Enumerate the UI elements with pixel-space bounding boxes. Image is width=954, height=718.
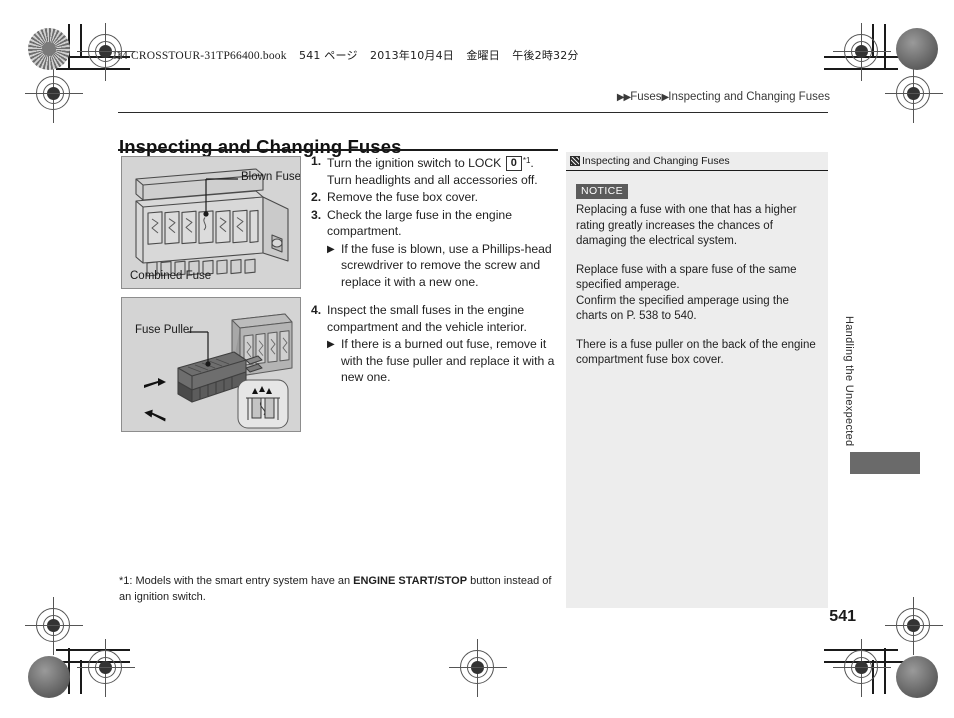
- step-4-substep: ▶ If there is a burned out fuse, remove …: [327, 336, 555, 386]
- registration-mark-bottom-left-upper: [25, 597, 83, 655]
- breadcrumb-level-2[interactable]: Inspecting and Changing Fuses: [668, 91, 830, 103]
- figure-callout-fuse-puller: Fuse Puller: [135, 324, 194, 336]
- color-bar-blob-bottom-right: [896, 656, 938, 698]
- step-3-substep: ▶ If the fuse is blown, use a Phillips-h…: [327, 241, 555, 291]
- crop-line-bottom-left-v2: [80, 660, 82, 694]
- step-3-number: 3.: [311, 207, 322, 222]
- notice-badge-row: NOTICE: [576, 181, 818, 203]
- step-2-text: Remove the fuse box cover.: [327, 190, 479, 204]
- book-header: 14 CROSSTOUR-31TP66400.book 541 ページ 2013…: [116, 47, 579, 63]
- crop-line-top-right-v: [884, 24, 886, 70]
- step-3-substep-text: If the fuse is blown, use a Phillips-hea…: [341, 241, 552, 289]
- registration-mark-top-right: [833, 23, 891, 81]
- lock-position-glyph: 0: [505, 156, 522, 171]
- crop-line-top-left-v2: [80, 24, 82, 58]
- color-bar-blob-bottom-left: [28, 656, 70, 698]
- footnote: *1: Models with the smart entry system h…: [119, 574, 559, 605]
- figure-callout-blown-fuse: Blown Fuse: [241, 171, 301, 183]
- color-bar-blob-top-right: [896, 28, 938, 70]
- footnote-bold-term: ENGINE START/STOP: [353, 575, 468, 587]
- book-time: 午後2時32分: [512, 49, 579, 62]
- page-title-underline: [118, 149, 558, 151]
- color-bar-blob-top-left: [28, 28, 70, 70]
- registration-mark-bottom-center: [449, 639, 507, 697]
- page-number: 541: [829, 608, 856, 625]
- notice-badge: NOTICE: [576, 184, 629, 199]
- breadcrumb: ▶▶Fuses▶Inspecting and Changing Fuses: [617, 91, 830, 103]
- registration-mark-top-right-lower: [885, 65, 943, 123]
- step-group-spacer: [311, 290, 555, 302]
- book-filename: 14 CROSSTOUR-31TP66400.book: [116, 50, 287, 62]
- header-divider: [118, 112, 828, 113]
- step-1: 1. Turn the ignition switch to LOCK 0 *1.…: [311, 153, 555, 188]
- registration-mark-bottom-left: [77, 639, 135, 697]
- section-label-vertical: Handling the Unexpected: [843, 316, 855, 447]
- breadcrumb-level-1[interactable]: Fuses: [630, 91, 661, 103]
- info-paragraph-2: Replace fuse with a spare fuse of the sa…: [576, 263, 797, 323]
- info-paragraph-3: There is a fuse puller on the back of th…: [576, 338, 816, 367]
- book-page-label: 541 ページ: [299, 49, 358, 62]
- step-4: 4. Inspect the small fuses in the engine…: [311, 302, 555, 335]
- step-1-text-before: Turn the ignition switch to LOCK: [327, 156, 502, 170]
- step-4-text: Inspect the small fuses in the engine co…: [327, 303, 527, 334]
- info-panel-body: NOTICE Replacing a fuse with one that ha…: [566, 171, 828, 369]
- step-4-number: 4.: [311, 303, 322, 317]
- step-3: 3. Check the large fuse in the engine co…: [311, 207, 555, 240]
- figure-caption-combined-fuse: Combined Fuse: [130, 270, 212, 282]
- figure-fuse-puller: Fuse Puller: [121, 297, 301, 432]
- info-panel-header-text: Inspecting and Changing Fuses: [582, 155, 730, 167]
- info-paragraph-1: Replacing a fuse with one that has a hig…: [576, 204, 797, 247]
- registration-mark-top-left-lower: [25, 65, 83, 123]
- info-panel-header: Inspecting and Changing Fuses: [566, 152, 828, 171]
- registration-mark-bottom-right: [833, 639, 891, 697]
- step-1-number: 1.: [311, 154, 322, 168]
- step-3-text: Check the large fuse in the engine compa…: [327, 207, 512, 239]
- fuse-puller-illustration: [144, 313, 293, 429]
- book-date: 2013年10月4日: [370, 49, 454, 62]
- footnote-prefix: *1: Models with the smart entry system h…: [119, 575, 354, 587]
- substep-triangle-icon: ▶: [327, 243, 335, 255]
- breadcrumb-arrow-icon: ▶▶: [616, 92, 631, 103]
- instruction-steps: 1. Turn the ignition switch to LOCK 0 *1.…: [311, 153, 555, 386]
- step-2: 2. Remove the fuse box cover.: [311, 189, 555, 206]
- book-weekday: 金曜日: [466, 49, 500, 62]
- registration-mark-bottom-right-upper: [885, 597, 943, 655]
- figure-combined-fuse: Blown Fuse Combined Fuse: [121, 156, 301, 289]
- substep-triangle-icon: ▶: [327, 339, 335, 350]
- crop-line-bottom-right-v: [884, 648, 886, 694]
- section-thumb-tab: [850, 452, 920, 474]
- step-1-text: Turn the ignition switch to LOCK 0 *1. Tu…: [327, 153, 555, 188]
- reference-marker-icon: [570, 156, 580, 166]
- step-2-number: 2.: [311, 190, 322, 204]
- info-panel: Inspecting and Changing Fuses NOTICE Rep…: [566, 152, 828, 608]
- step-4-substep-text: If there is a burned out fuse, remove it…: [341, 337, 555, 384]
